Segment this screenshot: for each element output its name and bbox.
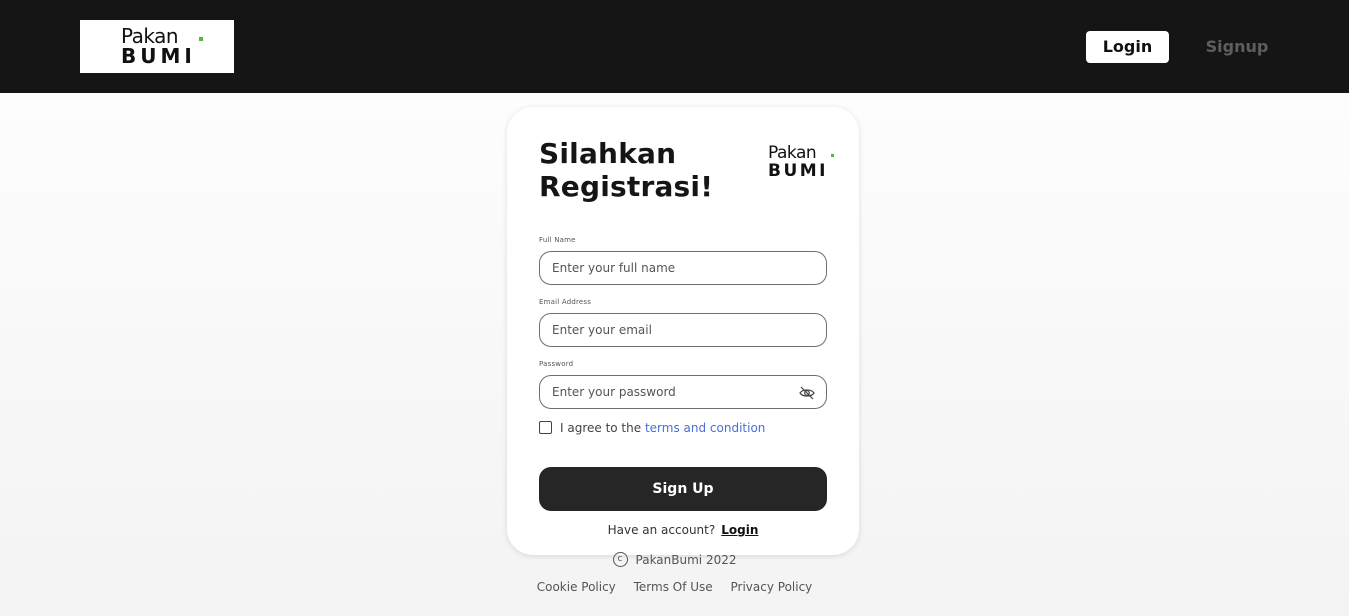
eye-slash-icon[interactable] [798,384,816,402]
logo-text-pakan: Pakan [121,24,179,48]
privacy-policy-link[interactable]: Privacy Policy [731,580,813,594]
have-account-row: Have an account? Login [507,523,859,537]
copyright: c PakanBumi 2022 [0,552,1349,568]
card-logo-text-pakan: Pakan [768,143,817,163]
terms-agreement-text: I agree to the terms and condition [560,421,765,435]
top-navigation-bar: Pakan BUMI Login Signup [0,0,1349,93]
password-label: Password [539,360,574,368]
full-name-input[interactable] [552,252,792,284]
logo-text-bumi: BUMI [121,44,196,68]
nav-login-button[interactable]: Login [1086,31,1169,63]
cookie-policy-link[interactable]: Cookie Policy [537,580,616,594]
password-field-wrapper [539,375,827,409]
terms-of-use-link[interactable]: Terms Of Use [634,580,713,594]
footer-links: Cookie Policy Terms Of Use Privacy Polic… [0,580,1349,594]
email-label: Email Address [539,298,592,306]
header-logo[interactable]: Pakan BUMI [80,20,234,73]
password-input[interactable] [552,376,792,408]
copyright-icon: c [612,552,628,567]
terms-checkbox[interactable] [539,421,552,434]
page-title: Silahkan Registrasi! [539,137,739,203]
have-account-text: Have an account? [607,523,716,537]
full-name-field-wrapper [539,251,827,285]
logo-wordmark: Pakan BUMI [121,24,203,68]
card-logo: Pakan BUMI [768,143,835,181]
sign-up-button[interactable]: Sign Up [539,467,827,511]
email-field-wrapper [539,313,827,347]
full-name-label: Full Name [539,236,576,244]
title-line-1: Silahkan [539,137,677,170]
card-logo-text-bumi: BUMI [768,161,829,181]
title-line-2: Registrasi! [539,170,714,203]
login-link[interactable]: Login [721,523,758,537]
copyright-text: PakanBumi 2022 [635,553,737,567]
nav-signup-button[interactable]: Signup [1196,31,1278,63]
card-logo-green-dot [831,154,835,157]
logo-green-dot [198,37,203,41]
terms-agreement-row: I agree to the terms and condition [539,420,827,436]
registration-card: Silahkan Registrasi! Pakan BUMI Full Nam… [507,107,859,555]
terms-prefix: I agree to the [560,421,645,435]
terms-link[interactable]: terms and condition [645,421,765,435]
email-input[interactable] [552,314,792,346]
